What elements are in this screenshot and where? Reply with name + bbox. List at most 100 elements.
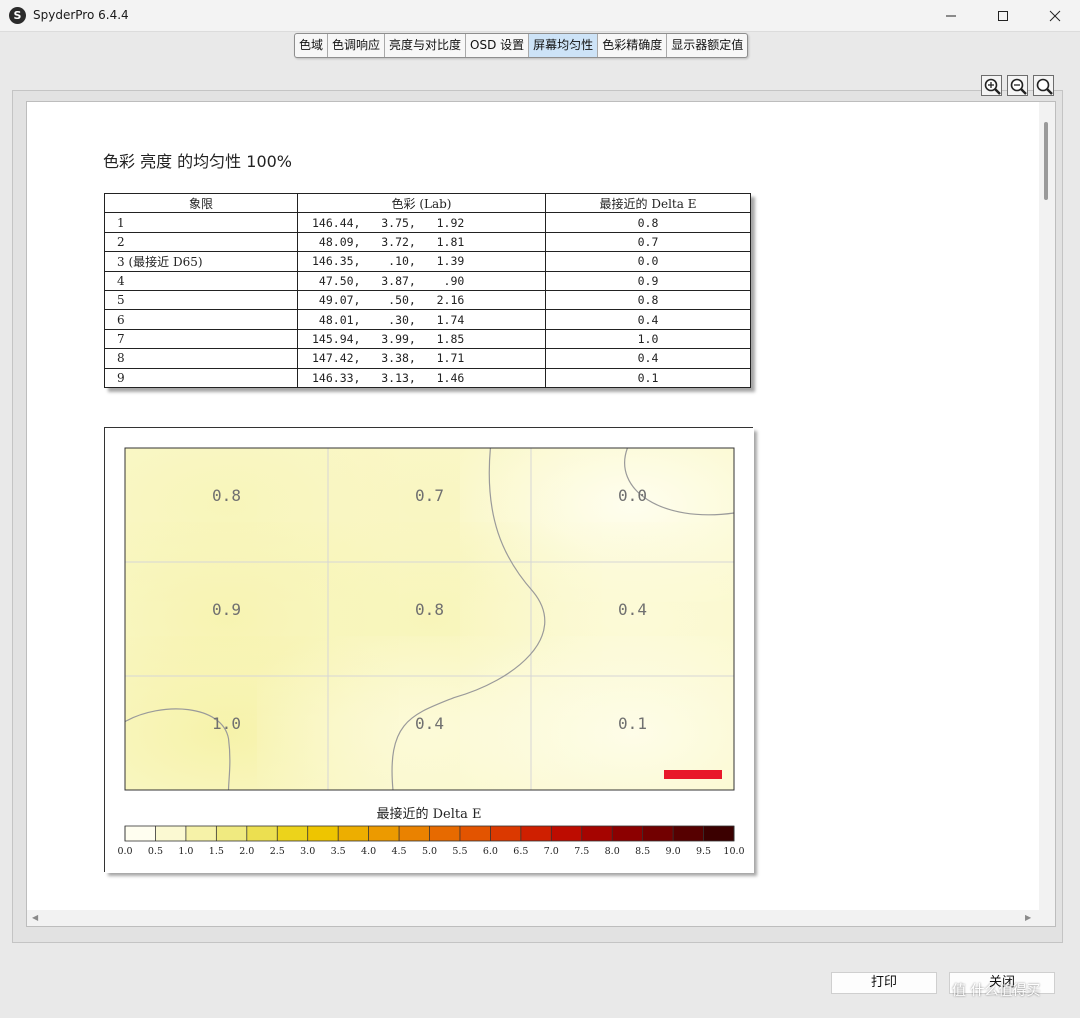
- quadrant-cell: 7: [104, 328, 298, 350]
- tab-5[interactable]: 色彩精确度: [598, 34, 668, 57]
- table-header-quadrant: 象限: [104, 192, 298, 214]
- colorbar-tick-label: 0.5: [148, 846, 163, 857]
- colorbar-tick-label: 8.0: [605, 846, 620, 857]
- colorbar-tick-label: 4.5: [391, 846, 406, 857]
- horizontal-scrollbar[interactable]: ◀ ▶: [27, 910, 1055, 926]
- delta-e-cell: 0.8: [545, 212, 751, 233]
- quadrant-cell: 5: [104, 289, 298, 311]
- zoom-fit-icon: [1036, 78, 1053, 95]
- colorbar-swatch: [155, 826, 187, 841]
- minimize-button[interactable]: [928, 0, 974, 32]
- quadrant-cell: 9: [104, 367, 298, 388]
- report-content[interactable]: 色彩 亮度 的均匀性 100% 象限 色彩 (Lab) 最接近的 Delta E…: [26, 101, 1056, 927]
- lab-cell: 145.94, 3.99, 1.85: [297, 328, 546, 350]
- uniformity-table: 象限 色彩 (Lab) 最接近的 Delta E 1 146.44, 3.75, …: [104, 192, 751, 388]
- colorbar-swatch: [307, 826, 339, 841]
- colorbar-swatch: [642, 826, 674, 841]
- table-row: 5 49.07, .50, 2.16 0.8: [104, 289, 751, 311]
- delta-e-cell: 1.0: [545, 328, 751, 350]
- uniformity-chart: 0.8 0.7 0.0 0.9 0.8 0.4 1.0 0.4 0.1 最接近的 Delta E 0…: [104, 427, 754, 873]
- tab-4[interactable]: 屏幕均匀性: [529, 34, 599, 57]
- colorbar-tick-label: 7.5: [574, 846, 589, 857]
- colorbar-swatch: [612, 826, 644, 841]
- delta-e-cell: 0.8: [545, 289, 751, 311]
- cell-value-label: 0.8: [212, 486, 241, 505]
- colorbar-tick-label: 9.0: [666, 846, 681, 857]
- cell-value-label: 0.1: [618, 714, 647, 733]
- colorbar-tick-label: 5.0: [422, 846, 437, 857]
- lab-cell: 47.50, 3.87, .90: [297, 270, 546, 291]
- colorbar-swatch: [399, 826, 430, 841]
- colorbar-swatch: [703, 826, 735, 841]
- colorbar-tick-label: 10.0: [723, 846, 744, 857]
- watermark: 值 什么值得买: [952, 983, 1041, 999]
- zoom-in-button[interactable]: [981, 75, 1002, 96]
- colorbar-tick-label: 1.0: [178, 846, 193, 857]
- colorbar-tick-label: 4.0: [361, 846, 376, 857]
- tab-0[interactable]: 色域: [295, 34, 329, 57]
- lab-cell: 146.33, 3.13, 1.46: [297, 367, 546, 388]
- colorbar-swatch: [429, 826, 461, 841]
- colorbar-swatch: [246, 826, 278, 841]
- quadrant-cell: 8: [104, 348, 298, 369]
- colorbar-tick-label: 9.5: [696, 846, 711, 857]
- colorbar-tick-label: 7.0: [544, 846, 559, 857]
- lab-cell: 146.44, 3.75, 1.92: [297, 212, 546, 233]
- table-row: 6 48.01, .30, 1.74 0.4: [104, 309, 751, 330]
- vertical-scroll-thumb[interactable]: [1044, 122, 1048, 200]
- colorbar-tick-label: 0.0: [117, 846, 132, 857]
- colorbar-swatch: [125, 826, 156, 841]
- lab-cell: 48.01, .30, 1.74: [297, 309, 546, 330]
- minimize-icon: [946, 15, 956, 17]
- window-title: SpyderPro 6.4.4: [33, 8, 129, 22]
- colorbar-swatch: [277, 826, 309, 841]
- colorbar-tick-label: 6.0: [483, 846, 498, 857]
- table-row: 4 47.50, 3.87, .90 0.9: [104, 270, 751, 291]
- quadrant-cell: 2: [104, 231, 298, 253]
- colorbar-swatch: [673, 826, 705, 841]
- colorbar-swatch: [520, 826, 552, 841]
- tab-3[interactable]: OSD 设置: [466, 34, 530, 57]
- close-window-button[interactable]: [1032, 0, 1078, 32]
- colorbar-title: 最接近的 Delta E: [376, 806, 481, 822]
- tab-1[interactable]: 色调响应: [328, 34, 386, 57]
- cell-value-label: 0.0: [618, 486, 647, 505]
- table-row: 2 48.09, 3.72, 1.81 0.7: [104, 231, 751, 253]
- delta-e-cell: 0.1: [545, 367, 751, 388]
- tab-2[interactable]: 亮度与对比度: [385, 34, 467, 57]
- maximize-icon: [998, 11, 1008, 21]
- delta-e-cell: 0.4: [545, 348, 751, 369]
- report-heading: 色彩 亮度 的均匀性 100%: [103, 152, 293, 171]
- colorbar-tick-label: 3.0: [300, 846, 315, 857]
- title-bar: S SpyderPro 6.4.4: [0, 0, 1080, 32]
- colorbar-tick-label: 6.5: [513, 846, 528, 857]
- cell-value-label: 0.4: [618, 600, 647, 619]
- lab-cell: 48.09, 3.72, 1.81: [297, 231, 546, 253]
- table-row: 9 146.33, 3.13, 1.46 0.1: [104, 367, 751, 388]
- delta-e-cell: 0.0: [545, 251, 751, 272]
- cell-value-label: 0.8: [415, 600, 444, 619]
- scroll-left-icon[interactable]: ◀: [32, 913, 38, 922]
- maximize-button[interactable]: [980, 0, 1026, 32]
- scroll-right-icon[interactable]: ▶: [1025, 913, 1031, 922]
- zoom-fit-button[interactable]: [1033, 75, 1054, 96]
- quadrant-cell: 4: [104, 270, 298, 291]
- quadrant-cell: 1: [104, 212, 298, 233]
- colorbar-swatch: [459, 826, 491, 841]
- print-button[interactable]: 打印: [831, 972, 937, 994]
- table-row: 7 145.94, 3.99, 1.85 1.0: [104, 328, 751, 350]
- colorbar-tick-label: 3.5: [331, 846, 346, 857]
- zoom-in-icon: [984, 78, 1001, 95]
- cell-value-label: 0.9: [212, 600, 241, 619]
- reference-indicator: [664, 770, 722, 779]
- lab-cell: 146.35, .10, 1.39: [297, 251, 546, 272]
- vertical-scrollbar[interactable]: [1039, 102, 1055, 910]
- colorbar-swatch: [338, 826, 370, 841]
- colorbar-swatch: [490, 826, 522, 841]
- delta-e-cell: 0.4: [545, 309, 751, 330]
- cell-value-label: 0.7: [415, 486, 444, 505]
- tab-6[interactable]: 显示器额定值: [667, 34, 747, 57]
- close-icon: [1049, 10, 1061, 22]
- table-row: 8 147.42, 3.38, 1.71 0.4: [104, 348, 751, 369]
- zoom-out-button[interactable]: [1007, 75, 1028, 96]
